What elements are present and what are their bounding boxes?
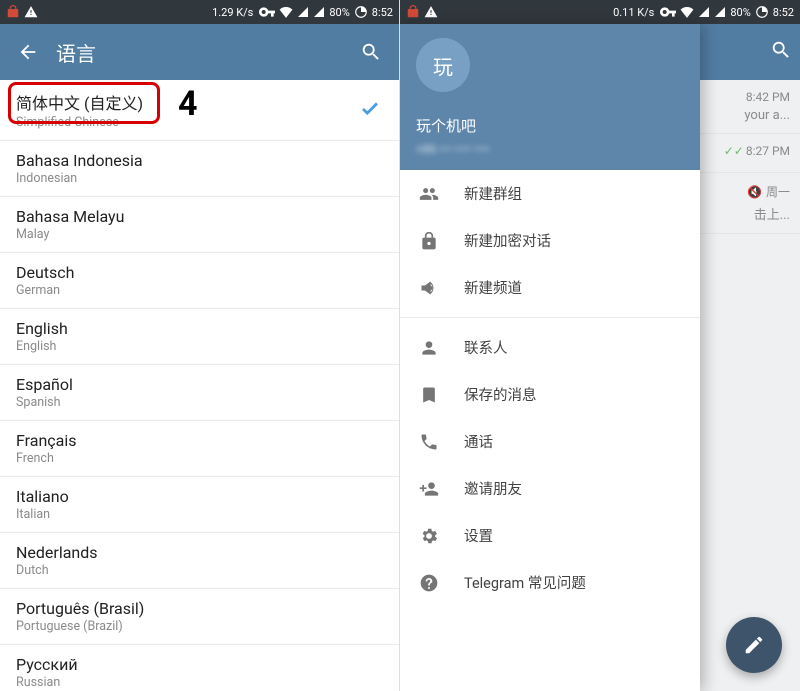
drawer-item-faq[interactable]: Telegram 常见问题 (400, 559, 700, 606)
signal-icon (698, 6, 710, 18)
status-bar: 0.11 K/s 80% 8:52 (400, 0, 800, 24)
language-sub: Simplified Chinese (16, 115, 383, 130)
drawer-item-label: 邀请朋友 (464, 478, 522, 499)
drawer-item-label: Telegram 常见问题 (464, 572, 586, 593)
person-icon (418, 338, 440, 358)
group-icon (418, 184, 440, 204)
vpn-key-icon (660, 7, 676, 17)
app-bar: 语言 (0, 24, 399, 80)
language-row[interactable]: EspañolSpanish (0, 365, 399, 421)
drawer-item-new-secret-chat[interactable]: 新建加密对话 (400, 217, 700, 264)
language-row[interactable]: EnglishEnglish (0, 309, 399, 365)
bookmark-icon (418, 385, 440, 405)
drawer-item-calls[interactable]: 通话 (400, 418, 700, 465)
battery-icon (755, 5, 769, 19)
battery-icon (354, 5, 368, 19)
drawer-item-label: 设置 (464, 525, 493, 546)
battery-percent: 80% (329, 6, 349, 19)
language-name: 简体中文 (自定义) (16, 90, 383, 114)
network-rate: 0.11 K/s (613, 6, 654, 19)
drawer-item-label: 新建频道 (464, 277, 522, 298)
gear-icon (418, 526, 440, 546)
invite-icon (418, 479, 440, 499)
drawer-item-label: 联系人 (464, 337, 508, 358)
read-ticks-icon: ✓✓ (724, 144, 744, 158)
chat-preview: your a... (744, 108, 790, 123)
status-bar: 1.29 K/s 80% 8:52 (0, 0, 399, 24)
language-row[interactable]: NederlandsDutch (0, 533, 399, 589)
signal-icon-2 (714, 6, 726, 18)
drawer-header[interactable]: 玩 玩个机吧 +86 ••• •••• •••• (400, 24, 700, 170)
phone-screen-drawer: 0.11 K/s 80% 8:52 8:42 PM your a... ✓✓8:… (400, 0, 800, 691)
bag-icon (406, 5, 420, 19)
warning-icon (424, 5, 438, 19)
clock: 8:52 (773, 6, 794, 19)
warning-icon (24, 5, 38, 19)
bag-icon (6, 5, 20, 19)
drawer-item-label: 新建群组 (464, 183, 522, 204)
navigation-drawer: 玩 玩个机吧 +86 ••• •••• •••• 新建群组 新建加密对话 新建频… (400, 24, 700, 691)
drawer-item-label: 新建加密对话 (464, 230, 551, 251)
search-button[interactable] (770, 39, 792, 65)
chat-time: ✓✓8:27 PM (724, 144, 790, 158)
drawer-username: 玩个机吧 (416, 115, 476, 136)
language-row[interactable]: 简体中文 (自定义) Simplified Chinese (0, 80, 399, 141)
drawer-item-label: 保存的消息 (464, 384, 537, 405)
language-row[interactable]: FrançaisFrench (0, 421, 399, 477)
annotation-number: 4 (178, 84, 198, 124)
clock: 8:52 (372, 6, 393, 19)
language-row[interactable]: ItalianoItalian (0, 477, 399, 533)
language-row[interactable]: DeutschGerman (0, 253, 399, 309)
help-icon (418, 573, 440, 593)
language-row[interactable]: Bahasa IndonesiaIndonesian (0, 141, 399, 197)
language-row[interactable]: Português (Brasil)Portuguese (Brazil) (0, 589, 399, 645)
drawer-item-new-group[interactable]: 新建群组 (400, 170, 700, 217)
back-button[interactable] (8, 32, 48, 72)
page-title: 语言 (48, 38, 351, 67)
wifi-icon (680, 6, 694, 18)
drawer-item-contacts[interactable]: 联系人 (400, 324, 700, 371)
drawer-item-label: 通话 (464, 431, 493, 452)
phone-icon (418, 432, 440, 452)
divider (400, 317, 700, 318)
compose-fab[interactable] (726, 617, 782, 673)
search-button[interactable] (351, 32, 391, 72)
drawer-item-settings[interactable]: 设置 (400, 512, 700, 559)
drawer-item-new-channel[interactable]: 新建频道 (400, 264, 700, 311)
megaphone-icon (418, 278, 440, 298)
wifi-icon (279, 6, 293, 18)
chat-time: 8:42 PM (746, 90, 790, 104)
language-row[interactable]: Bahasa MelayuMalay (0, 197, 399, 253)
drawer-item-invite[interactable]: 邀请朋友 (400, 465, 700, 512)
signal-icon-2 (313, 6, 325, 18)
network-rate: 1.29 K/s (212, 6, 253, 19)
mute-icon: 🔇 (747, 185, 762, 199)
phone-screen-language: 1.29 K/s 80% 8:52 语言 简体中文 (自定义) Simplifi… (0, 0, 400, 691)
drawer-item-saved[interactable]: 保存的消息 (400, 371, 700, 418)
language-row[interactable]: РусскийRussian (0, 645, 399, 691)
signal-icon (297, 6, 309, 18)
drawer-phone: +86 ••• •••• •••• (416, 142, 490, 156)
vpn-key-icon (259, 7, 275, 17)
avatar[interactable]: 玩 (416, 38, 470, 92)
battery-percent: 80% (730, 6, 750, 19)
language-list[interactable]: 简体中文 (自定义) Simplified Chinese Bahasa Ind… (0, 80, 399, 691)
check-icon (359, 97, 381, 123)
lock-icon (418, 231, 440, 251)
chat-preview: 击上... (754, 204, 790, 223)
chat-time: 🔇周一 (747, 183, 790, 200)
